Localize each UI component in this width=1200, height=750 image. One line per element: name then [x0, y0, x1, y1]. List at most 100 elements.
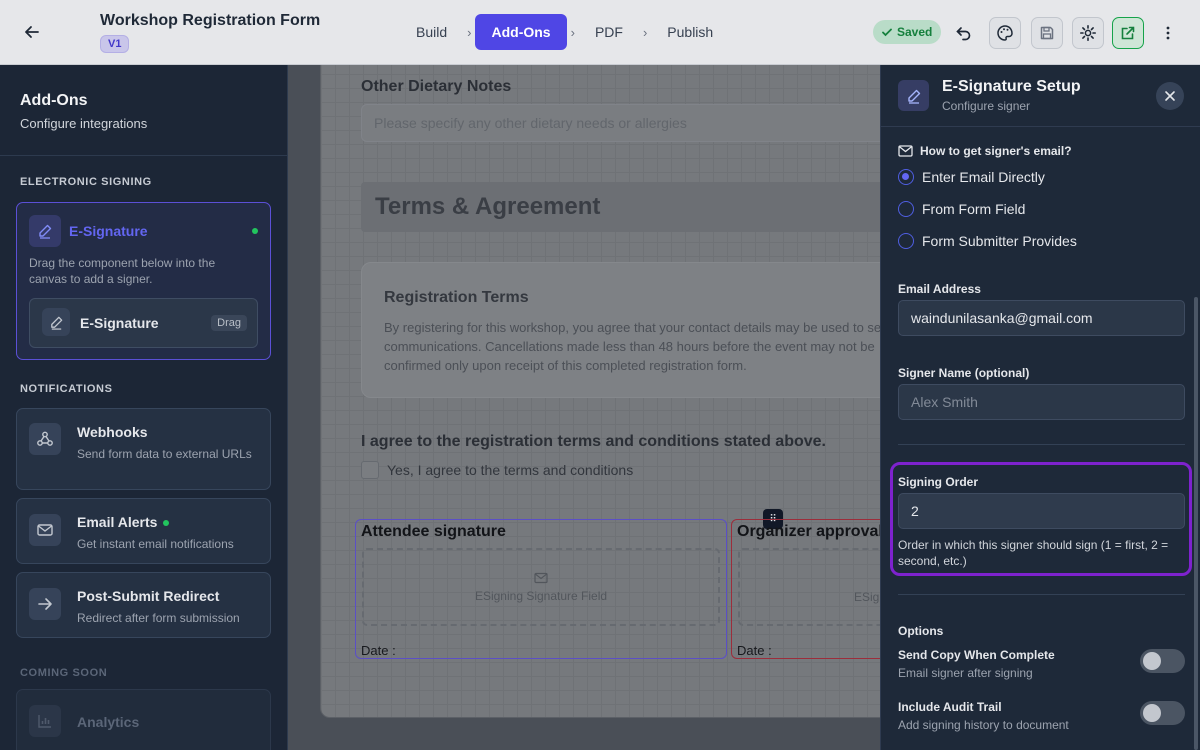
sidebar-header: Add-Ons Configure integrations: [20, 92, 147, 131]
step-publish[interactable]: Publish: [651, 14, 729, 50]
options-title: Options: [898, 624, 944, 638]
panel-scrollbar[interactable]: [1194, 297, 1198, 750]
terms-line: By registering for this workshop, you ag…: [384, 320, 880, 335]
pen-icon: [42, 308, 70, 336]
agree-question: I agree to the registration terms and co…: [361, 433, 826, 450]
save-icon[interactable]: [1031, 17, 1063, 49]
saved-label: Saved: [897, 25, 933, 39]
section-label-notifications: NOTIFICATIONS: [20, 383, 113, 395]
radio-button[interactable]: [898, 169, 914, 185]
form-canvas: Other Dietary Notes Please specify any o…: [288, 65, 880, 750]
signature-date-label: Date :: [361, 643, 396, 658]
webhooks-title: Webhooks: [77, 424, 148, 440]
check-icon: [882, 28, 892, 37]
radio-enter-email[interactable]: Enter Email Directly: [898, 169, 1045, 185]
signature-title: Organizer approval: [737, 523, 880, 540]
more-vertical-icon[interactable]: [1152, 17, 1184, 49]
radio-submitter-provides[interactable]: Form Submitter Provides: [898, 233, 1077, 249]
step-build[interactable]: Build: [400, 14, 463, 50]
email-alerts-title-wrap: Email Alerts: [77, 514, 170, 530]
redirect-card[interactable]: Post-Submit Redirect Redirect after form…: [16, 572, 271, 638]
chevron-right-icon: ›: [570, 24, 575, 40]
signature-field[interactable]: ESigning Signature Field: [362, 548, 720, 626]
audit-trail-title: Include Audit Trail: [898, 700, 1002, 714]
pen-icon: [29, 215, 61, 247]
saved-status-badge: Saved: [873, 20, 942, 44]
dietary-notes-label: Other Dietary Notes: [361, 78, 512, 95]
close-icon[interactable]: [1156, 82, 1184, 110]
add-ons-sidebar: Add-Ons Configure integrations ELECTRONI…: [0, 65, 288, 750]
terms-section-title: Terms & Agreement: [361, 182, 880, 232]
terms-line: confirmed only upon receipt of this comp…: [384, 358, 747, 373]
divider: [898, 444, 1185, 445]
signature-field-label: ESig: [854, 590, 880, 604]
form-title: Workshop Registration Form: [100, 12, 321, 29]
mail-icon: [29, 514, 61, 546]
radio-from-form-field[interactable]: From Form Field: [898, 201, 1025, 217]
organizer-signature-block[interactable]: Organizer approval ESig Date :: [731, 519, 880, 659]
radio-button[interactable]: [898, 201, 914, 217]
email-alerts-title: Email Alerts: [77, 514, 158, 530]
analytics-card: Analytics: [16, 689, 271, 750]
arrow-right-icon: [29, 588, 61, 620]
signature-field[interactable]: ESig: [738, 548, 880, 626]
signature-date-label: Date :: [737, 643, 772, 658]
step-nav: Build › Add-Ons › PDF › Publish: [400, 14, 729, 50]
mail-icon: [898, 145, 913, 157]
radio-button[interactable]: [898, 233, 914, 249]
step-pdf[interactable]: PDF: [579, 14, 639, 50]
panel-subtitle: Configure signer: [942, 99, 1031, 113]
esignature-drag-item[interactable]: E-Signature Drag: [29, 298, 258, 348]
version-badge: V1: [100, 35, 130, 53]
send-copy-toggle[interactable]: [1140, 649, 1185, 673]
external-link-icon[interactable]: [1112, 17, 1144, 49]
divider: [898, 594, 1185, 595]
section-label-coming-soon: COMING SOON: [20, 667, 108, 679]
email-address-label: Email Address: [898, 282, 981, 296]
signer-name-label: Signer Name (optional): [898, 366, 1030, 380]
email-alerts-description: Get instant email notifications: [77, 537, 234, 551]
webhooks-description: Send form data to external URLs: [77, 447, 252, 461]
esignature-card[interactable]: E-Signature Drag the component below int…: [16, 202, 271, 360]
email-address-input[interactable]: waindunilasanka@gmail.com: [898, 300, 1185, 336]
signature-field-label: ESigning Signature Field: [474, 588, 608, 603]
esignature-description: Drag the component below into the canvas…: [29, 256, 216, 286]
back-arrow-icon[interactable]: [20, 20, 44, 44]
agree-checkbox-label[interactable]: Yes, I agree to the terms and conditions: [387, 462, 633, 478]
palette-icon[interactable]: [989, 17, 1021, 49]
esignature-title: E-Signature: [69, 223, 148, 239]
bar-chart-icon: [29, 705, 61, 737]
sidebar-divider: [0, 155, 287, 156]
radio-label: Form Submitter Provides: [922, 233, 1077, 249]
attendee-signature-block[interactable]: Attendee signature ESigning Signature Fi…: [355, 519, 727, 659]
send-copy-description: Email signer after signing: [898, 666, 1033, 680]
email-alerts-card[interactable]: Email Alerts Get instant email notificat…: [16, 498, 271, 564]
terms-title: Registration Terms: [384, 289, 529, 306]
radio-label: Enter Email Directly: [922, 169, 1045, 185]
radio-label: From Form Field: [922, 201, 1026, 217]
sidebar-subtitle: Configure integrations: [20, 116, 148, 131]
panel-header: E-Signature Setup Configure signer: [881, 65, 1200, 127]
agree-checkbox[interactable]: [361, 461, 379, 479]
redirect-description: Redirect after form submission: [77, 611, 240, 625]
chevron-right-icon: ›: [467, 24, 472, 40]
dietary-notes-input[interactable]: Please specify any other dietary needs o…: [361, 104, 880, 142]
gear-icon[interactable]: [1072, 17, 1104, 49]
undo-icon[interactable]: [948, 17, 980, 49]
analytics-title: Analytics: [77, 714, 140, 730]
signing-order-input[interactable]: 2: [898, 493, 1185, 529]
audit-trail-description: Add signing history to document: [898, 718, 1069, 732]
mail-icon: [534, 572, 548, 583]
audit-trail-toggle[interactable]: [1140, 701, 1185, 725]
step-add-ons[interactable]: Add-Ons: [475, 14, 567, 50]
chevron-right-icon: ›: [642, 24, 648, 40]
terms-line: communications. Cancellations made less …: [384, 339, 875, 354]
pen-icon: [898, 80, 929, 111]
signer-name-input[interactable]: Alex Smith: [898, 384, 1185, 420]
esignature-setup-panel: E-Signature Setup Configure signer How t…: [880, 65, 1200, 750]
drag-item-label: E-Signature: [80, 315, 159, 331]
form-paper: Other Dietary Notes Please specify any o…: [320, 65, 880, 718]
email-source-question-text: How to get signer's email?: [920, 144, 1072, 158]
email-source-question: How to get signer's email?: [898, 144, 1072, 158]
webhooks-card[interactable]: Webhooks Send form data to external URLs: [16, 408, 271, 490]
